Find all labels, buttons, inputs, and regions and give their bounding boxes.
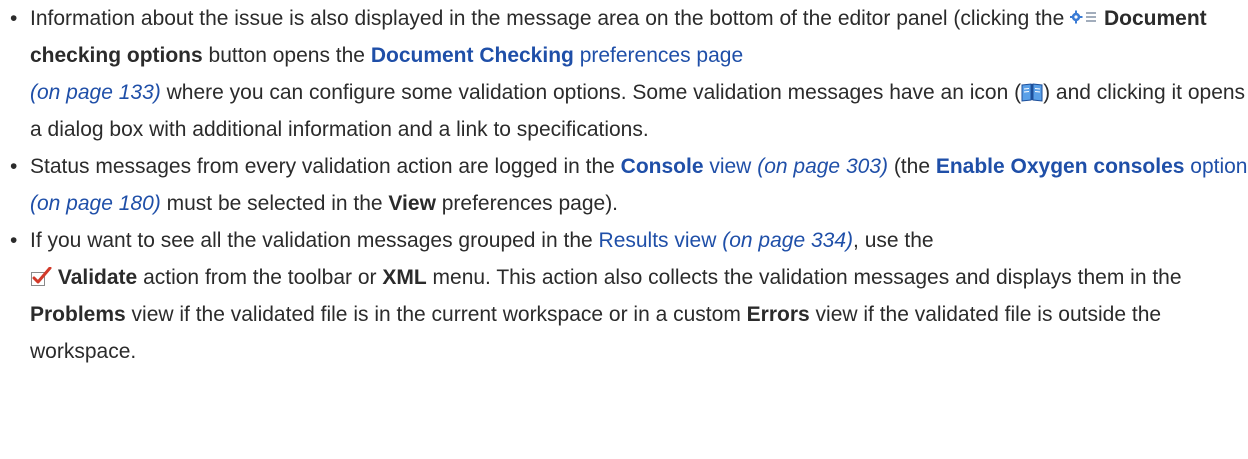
validate-checkmark-icon[interactable]	[30, 267, 52, 287]
item3-text-5: view if the validated file is in the cur…	[125, 303, 747, 326]
list-item-console-status: Status messages from every validation ac…	[4, 148, 1248, 222]
item3-text-3: action from the toolbar or	[137, 266, 383, 289]
item3-text-1: If you want to see all the validation me…	[30, 229, 599, 252]
item1-text-2: button opens the	[202, 44, 371, 67]
document-checking-link[interactable]: Document Checking	[371, 44, 574, 67]
console-link-tail[interactable]: view	[704, 155, 751, 178]
view-label: View	[388, 192, 436, 215]
page-ref-334[interactable]: (on page 334)	[722, 229, 853, 252]
item3-text-2: , use the	[853, 229, 934, 252]
item2-text-1: Status messages from every validation ac…	[30, 155, 621, 178]
item1-text-1: Information about the issue is also disp…	[30, 7, 1071, 30]
problems-label: Problems	[30, 303, 126, 326]
enable-oxygen-consoles-link-tail[interactable]: option	[1184, 155, 1247, 178]
enable-oxygen-consoles-link[interactable]: Enable Oxygen consoles	[936, 155, 1185, 178]
list-item-results-view: If you want to see all the validation me…	[4, 222, 1248, 370]
item1-text-3: where you can configure some validation …	[160, 81, 1022, 104]
page-ref-180[interactable]: (on page 180)	[30, 192, 161, 215]
page-ref-303[interactable]: (on page 303)	[757, 155, 888, 178]
errors-label: Errors	[746, 303, 810, 326]
validation-info-list: Information about the issue is also disp…	[0, 0, 1248, 370]
item2-text-3: must be selected in the	[160, 192, 389, 215]
document-checking-options-icon[interactable]	[1070, 10, 1098, 28]
xml-menu-label: XML	[382, 266, 427, 289]
validate-label: Validate	[57, 266, 138, 289]
list-item-message-area: Information about the issue is also disp…	[4, 0, 1248, 148]
page-ref-133[interactable]: (on page 133)	[30, 81, 161, 104]
additional-info-book-icon[interactable]	[1021, 82, 1043, 102]
item3-text-4: menu. This action also collects the vali…	[426, 266, 1182, 289]
item2-text-4: preferences page).	[435, 192, 619, 215]
console-link[interactable]: Console	[621, 155, 704, 178]
documentation-page: Information about the issue is also disp…	[0, 0, 1248, 459]
item2-text-2: (the	[887, 155, 936, 178]
document-checking-link-tail[interactable]: preferences page	[574, 44, 743, 67]
results-view-link[interactable]: Results view	[599, 229, 717, 252]
